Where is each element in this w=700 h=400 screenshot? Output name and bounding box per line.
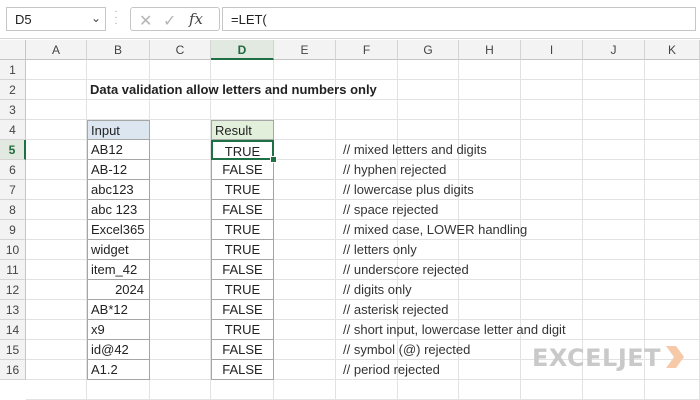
row-header-5[interactable]: 5 — [0, 140, 26, 160]
sheet-title[interactable]: Data validation allow letters and number… — [90, 80, 490, 100]
input-cell[interactable]: AB*12 — [87, 300, 150, 320]
comment-note[interactable]: // hyphen rejected — [343, 160, 693, 180]
result-cell[interactable]: TRUE — [211, 320, 274, 340]
exceljet-logo: EXCELJET — [532, 344, 662, 372]
grid-line — [335, 60, 336, 400]
row-header-2[interactable]: 2 — [0, 80, 26, 100]
row-header-12[interactable]: 12 — [0, 280, 26, 300]
column-header-k[interactable]: K — [645, 40, 700, 60]
result-cell[interactable]: FALSE — [211, 160, 274, 180]
column-header-e[interactable]: E — [274, 40, 336, 60]
row-header-1[interactable]: 1 — [0, 60, 26, 80]
row-header-13[interactable]: 13 — [0, 300, 26, 320]
comment-note[interactable]: // mixed letters and digits — [343, 140, 693, 160]
result-header[interactable]: Result — [211, 120, 274, 140]
drag-handle-icon[interactable]: · · · — [114, 7, 118, 29]
comment-note[interactable]: // underscore rejected — [343, 260, 693, 280]
comment-note[interactable]: // mixed case, LOWER handling — [343, 220, 693, 240]
input-cell[interactable]: item_42 — [87, 260, 150, 280]
input-cell[interactable]: A1.2 — [87, 360, 150, 380]
result-cell[interactable]: FALSE — [211, 260, 274, 280]
row-header-7[interactable]: 7 — [0, 180, 26, 200]
result-cell[interactable]: FALSE — [211, 340, 274, 360]
insert-function-icon[interactable]: fx — [189, 10, 203, 28]
comment-note[interactable]: // asterisk rejected — [343, 300, 693, 320]
formula-value: =LET( — [231, 12, 267, 27]
row-header-11[interactable]: 11 — [0, 260, 26, 280]
formula-input[interactable]: =LET( — [222, 7, 696, 31]
column-header-i[interactable]: I — [521, 40, 583, 60]
column-header-h[interactable]: H — [459, 40, 521, 60]
row-header-14[interactable]: 14 — [0, 320, 26, 340]
result-cell[interactable]: TRUE — [211, 220, 274, 240]
column-header-b[interactable]: B — [87, 40, 150, 60]
check-icon[interactable]: ✓ — [163, 11, 176, 31]
input-cell[interactable]: Excel365 — [87, 220, 150, 240]
formula-bar: D5 ⌄ · · · ✕ ✓ fx =LET( — [0, 0, 700, 39]
select-all-corner[interactable] — [0, 40, 26, 60]
row-header-4[interactable]: 4 — [0, 120, 26, 140]
comment-note[interactable]: // letters only — [343, 240, 693, 260]
formula-buttons: ✕ ✓ fx — [130, 7, 220, 31]
name-box[interactable]: D5 ⌄ — [6, 7, 106, 31]
column-header-j[interactable]: J — [583, 40, 645, 60]
column-header-f[interactable]: F — [336, 40, 398, 60]
comment-note[interactable]: // short input, lowercase letter and dig… — [343, 320, 693, 340]
result-cell[interactable]: FALSE — [211, 300, 274, 320]
column-header-a[interactable]: A — [26, 40, 87, 60]
comment-note[interactable]: // digits only — [343, 280, 693, 300]
input-cell[interactable]: 2024 — [87, 280, 150, 300]
comment-note[interactable]: // space rejected — [343, 200, 693, 220]
row-header-15[interactable]: 15 — [0, 340, 26, 360]
input-cell[interactable]: AB-12 — [87, 160, 150, 180]
input-header[interactable]: Input — [87, 120, 150, 140]
result-cell[interactable]: FALSE — [211, 360, 274, 380]
row-header-16[interactable]: 16 — [0, 360, 26, 380]
input-cell[interactable]: id@42 — [87, 340, 150, 360]
chevron-down-icon[interactable]: ⌄ — [91, 11, 101, 25]
input-cell[interactable]: widget — [87, 240, 150, 260]
column-header-d[interactable]: D — [211, 40, 274, 60]
input-cell[interactable]: abc 123 — [87, 200, 150, 220]
column-header-g[interactable]: G — [398, 40, 459, 60]
comment-note[interactable]: // lowercase plus digits — [343, 180, 693, 200]
row-header-8[interactable]: 8 — [0, 200, 26, 220]
cancel-icon[interactable]: ✕ — [139, 11, 152, 31]
row-header-9[interactable]: 9 — [0, 220, 26, 240]
input-cell[interactable]: AB12 — [87, 140, 150, 160]
row-header-3[interactable]: 3 — [0, 100, 26, 120]
column-header-c[interactable]: C — [150, 40, 211, 60]
exceljet-logo-mark — [666, 346, 684, 368]
input-cell[interactable]: abc123 — [87, 180, 150, 200]
fill-handle[interactable] — [270, 156, 277, 163]
active-result-cell[interactable]: TRUE — [211, 140, 274, 160]
result-cell[interactable]: TRUE — [211, 280, 274, 300]
row-header-10[interactable]: 10 — [0, 240, 26, 260]
result-cell[interactable]: FALSE — [211, 200, 274, 220]
row-header-6[interactable]: 6 — [0, 160, 26, 180]
result-cell[interactable]: TRUE — [211, 180, 274, 200]
result-cell[interactable]: TRUE — [211, 240, 274, 260]
input-cell[interactable]: x9 — [87, 320, 150, 340]
name-box-value: D5 — [15, 12, 32, 27]
